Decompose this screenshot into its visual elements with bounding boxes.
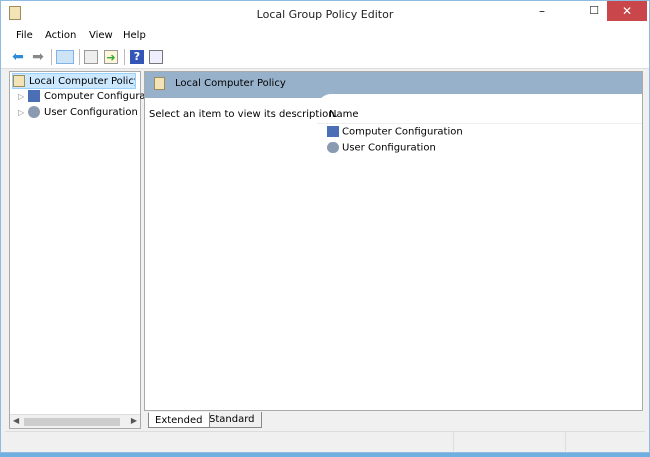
scrollbar-thumb[interactable] xyxy=(24,418,120,426)
details-title: Local Computer Policy xyxy=(175,78,286,89)
view-tabs: Extended Standard xyxy=(144,412,643,429)
details-pane: Local Computer Policy Select an item to … xyxy=(144,71,643,411)
tree-label: Local Computer Policy xyxy=(29,76,136,87)
status-divider xyxy=(565,432,566,451)
tab-standard[interactable]: Standard xyxy=(202,412,262,428)
policy-icon xyxy=(154,77,165,90)
toolbar-separator xyxy=(79,49,80,65)
users-icon xyxy=(327,142,339,153)
users-icon xyxy=(28,106,40,118)
console-tree: Local Computer Policy ▷ Computer Configur… xyxy=(9,71,165,429)
menu-file[interactable]: File xyxy=(16,30,33,41)
properties-icon[interactable] xyxy=(84,50,98,64)
minimize-button[interactable]: – xyxy=(529,1,555,21)
toolbar-separator xyxy=(51,49,52,65)
tree-root-local-computer-policy[interactable]: Local Computer Policy xyxy=(12,73,136,89)
description-text: Select an item to view its description. xyxy=(149,109,338,120)
scroll-right-icon[interactable]: ▶ xyxy=(131,416,137,425)
main-window: Local Group Policy Editor – ☐ ✕ File Act… xyxy=(0,0,650,453)
back-icon[interactable]: ⬅ xyxy=(11,50,25,64)
console-tree-icon[interactable] xyxy=(56,50,74,64)
tree-node-computer-configuration[interactable]: ▷ Computer Configuration xyxy=(18,89,165,105)
expand-icon[interactable]: ▷ xyxy=(18,105,28,121)
toolbar: ⬅ ➡ ➜ ? xyxy=(1,45,649,69)
column-header-name[interactable]: Name xyxy=(317,106,642,124)
list-item[interactable]: Computer Configuration xyxy=(327,126,463,142)
help-icon[interactable]: ? xyxy=(130,50,144,64)
tree-node-user-configuration[interactable]: ▷ User Configuration xyxy=(18,105,138,121)
menu-bar: File Action View Help xyxy=(1,27,649,45)
menu-action[interactable]: Action xyxy=(45,30,76,41)
scroll-left-icon[interactable]: ◀ xyxy=(13,416,19,425)
tree-label: User Configuration xyxy=(44,107,138,118)
title-bar: Local Group Policy Editor – ☐ ✕ xyxy=(1,1,649,27)
menu-help[interactable]: Help xyxy=(123,30,146,41)
forward-icon[interactable]: ➡ xyxy=(31,50,45,64)
computer-icon xyxy=(327,126,339,137)
list-item[interactable]: User Configuration xyxy=(327,142,436,158)
item-label: Computer Configuration xyxy=(342,126,463,138)
toolbar-separator xyxy=(124,49,125,65)
computer-icon xyxy=(28,90,40,102)
close-button[interactable]: ✕ xyxy=(607,1,647,21)
policy-icon xyxy=(13,75,25,87)
maximize-button[interactable]: ☐ xyxy=(581,1,607,21)
column-label: Name xyxy=(329,109,359,120)
menu-view[interactable]: View xyxy=(89,30,113,41)
export-list-icon[interactable]: ➜ xyxy=(104,50,118,64)
tab-extended[interactable]: Extended xyxy=(148,412,210,428)
item-label: User Configuration xyxy=(342,142,436,154)
expand-icon[interactable]: ▷ xyxy=(18,89,28,105)
status-divider xyxy=(453,432,454,451)
horizontal-scrollbar[interactable]: ◀ ▶ xyxy=(10,414,140,428)
action-pane-icon[interactable] xyxy=(149,50,163,64)
status-bar xyxy=(5,431,645,451)
